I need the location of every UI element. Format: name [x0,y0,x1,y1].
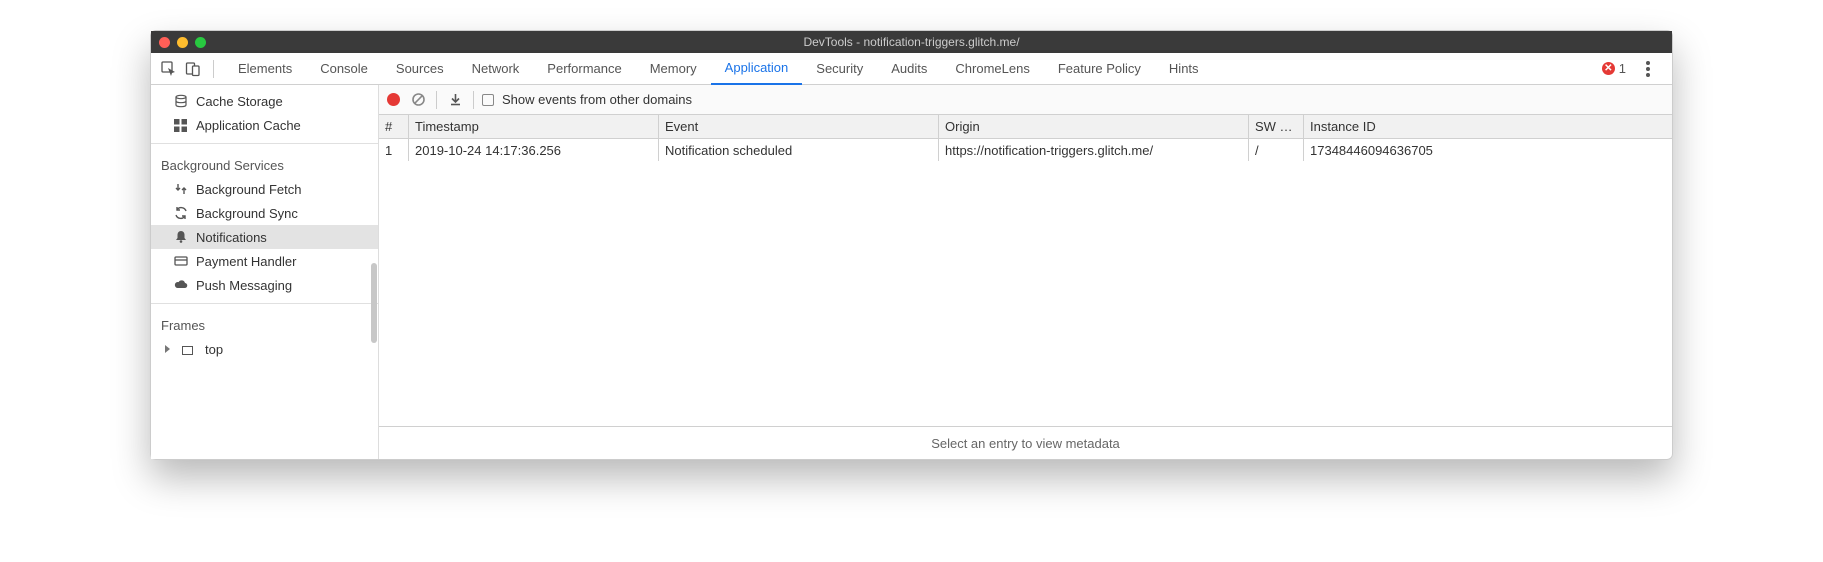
tab-application[interactable]: Application [711,53,803,85]
cloud-icon [173,278,188,293]
table-row[interactable]: 12019-10-24 14:17:36.256Notification sch… [379,139,1672,161]
sidebar-item-label: Notifications [196,230,267,245]
table-cell: Notification scheduled [659,139,939,161]
divider [473,91,474,109]
divider [151,303,378,304]
tab-elements[interactable]: Elements [224,53,306,85]
expand-icon[interactable] [165,345,170,353]
tabbar-right: ✕ 1 [1602,59,1664,79]
table-cell: https://notification-triggers.glitch.me/ [939,139,1249,161]
table-header: # Timestamp Event Origin SW … Instance I… [379,115,1672,139]
col-header-event[interactable]: Event [659,115,939,138]
device-toggle-icon[interactable] [183,59,203,79]
table-cell: 17348446094636705 [1304,139,1672,161]
record-button[interactable] [387,93,400,106]
sidebar-item-label: Push Messaging [196,278,292,293]
window-close-button[interactable] [159,37,170,48]
tab-performance[interactable]: Performance [533,53,635,85]
table-cell: / [1249,139,1304,161]
sidebar-item-background-fetch[interactable]: Background Fetch [151,177,378,201]
grid-icon [173,118,188,133]
sidebar-item-label: Cache Storage [196,94,283,109]
divider [436,91,437,109]
main-panel: Show events from other domains # Timesta… [379,85,1672,459]
sidebar-item-frame-top[interactable]: top [151,337,378,361]
col-header-timestamp[interactable]: Timestamp [409,115,659,138]
sidebar-item-push-messaging[interactable]: Push Messaging [151,273,378,297]
error-count-badge[interactable]: ✕ 1 [1602,61,1626,76]
tab-network[interactable]: Network [458,53,534,85]
card-icon [173,254,188,269]
col-header-instance-id[interactable]: Instance ID [1304,115,1672,138]
tab-feature-policy[interactable]: Feature Policy [1044,53,1155,85]
sidebar-header-frames: Frames [151,312,378,337]
inspect-icon[interactable] [159,59,179,79]
window-titlebar: DevTools - notification-triggers.glitch.… [151,31,1672,53]
checkbox-icon [482,94,494,106]
sidebar-item-application-cache[interactable]: Application Cache [151,113,378,137]
divider [151,143,378,144]
tab-sources[interactable]: Sources [382,53,458,85]
window-controls [159,37,206,48]
divider [213,60,214,78]
error-count: 1 [1619,61,1626,76]
sidebar-item-background-sync[interactable]: Background Sync [151,201,378,225]
events-table: # Timestamp Event Origin SW … Instance I… [379,115,1672,427]
sidebar-item-notifications[interactable]: Notifications [151,225,378,249]
fetch-icon [173,182,188,197]
sidebar-item-label: Application Cache [196,118,301,133]
sidebar-header-background-services: Background Services [151,152,378,177]
panel-tabs: ElementsConsoleSourcesNetworkPerformance… [224,53,1598,85]
tab-audits[interactable]: Audits [877,53,941,85]
tab-console[interactable]: Console [306,53,382,85]
sidebar-item-label: Background Fetch [196,182,302,197]
tab-chromelens[interactable]: ChromeLens [941,53,1043,85]
main-body: Cache Storage Application Cache Backgrou… [151,85,1672,459]
window-title: DevTools - notification-triggers.glitch.… [151,35,1672,49]
window-minimize-button[interactable] [177,37,188,48]
bell-icon [173,230,188,245]
col-header-index[interactable]: # [379,115,409,138]
show-other-domains-checkbox[interactable]: Show events from other domains [482,92,692,107]
table-cell: 1 [379,139,409,161]
sidebar-item-cache-storage[interactable]: Cache Storage [151,89,378,113]
db-icon [173,94,188,109]
sidebar-item-label: top [205,342,223,357]
col-header-origin[interactable]: Origin [939,115,1249,138]
events-toolbar: Show events from other domains [379,85,1672,115]
sync-icon [173,206,188,221]
more-menu-icon[interactable] [1646,67,1650,71]
devtools-tabbar: ElementsConsoleSourcesNetworkPerformance… [151,53,1672,85]
sidebar-item-payment-handler[interactable]: Payment Handler [151,249,378,273]
error-icon: ✕ [1602,62,1615,75]
application-sidebar[interactable]: Cache Storage Application Cache Backgrou… [151,85,379,459]
tab-hints[interactable]: Hints [1155,53,1213,85]
clear-button[interactable] [408,90,428,110]
col-header-sw-scope[interactable]: SW … [1249,115,1304,138]
frame-icon [182,346,193,355]
metadata-hint: Select an entry to view metadata [379,427,1672,459]
checkbox-label: Show events from other domains [502,92,692,107]
sidebar-item-label: Payment Handler [196,254,296,269]
scrollbar-thumb[interactable] [371,263,377,343]
table-body[interactable]: 12019-10-24 14:17:36.256Notification sch… [379,139,1672,427]
tab-memory[interactable]: Memory [636,53,711,85]
table-cell: 2019-10-24 14:17:36.256 [409,139,659,161]
sidebar-item-label: Background Sync [196,206,298,221]
save-button[interactable] [445,90,465,110]
tab-security[interactable]: Security [802,53,877,85]
window-zoom-button[interactable] [195,37,206,48]
